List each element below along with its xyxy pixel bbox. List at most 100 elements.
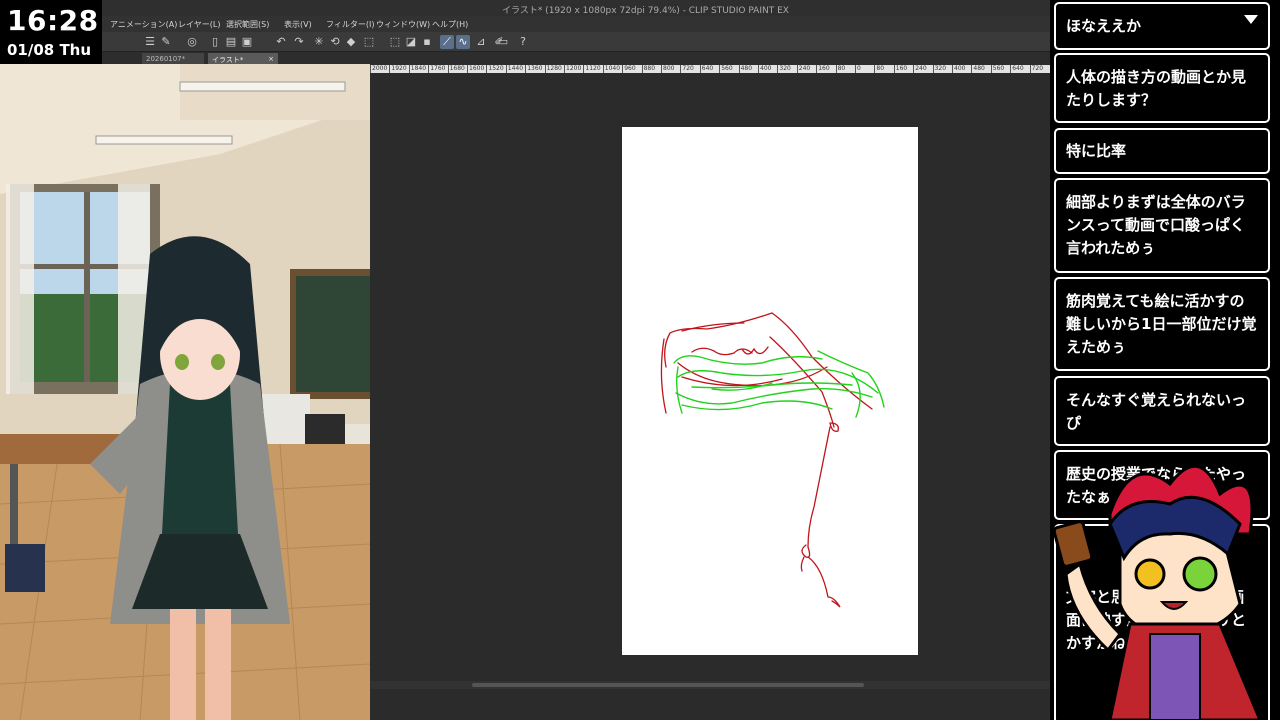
close-icon[interactable]: × — [268, 55, 274, 63]
ruler-label: 320 — [934, 65, 947, 72]
chat-message: 細部よりまずは全体のバランスって動画で口酸っぱく言われためぅ — [1054, 178, 1270, 273]
sketch-strokes — [660, 312, 885, 608]
clock-time: 16:28 — [7, 4, 99, 37]
open-icon[interactable]: ▤ — [224, 35, 238, 49]
ruler-label: 0 — [857, 65, 861, 72]
help-icon[interactable]: ? — [516, 35, 530, 49]
window-title: イラスト* (1920 x 1080px 72dpi 79.4%) - CLIP… — [502, 6, 789, 16]
ruler-label: 1440 — [507, 65, 524, 72]
chat-message: 筋肉覚えても絵に活かすの難しいから1日一部位だけ覚えためぅ — [1054, 277, 1270, 371]
chevron-down-icon[interactable] — [1244, 15, 1258, 24]
ruler-tick — [447, 65, 449, 73]
menu-animation[interactable]: アニメーション(A) — [110, 19, 177, 30]
ruler-label: 480 — [740, 65, 753, 72]
ruler-label: 80 — [876, 65, 885, 72]
ruler-tick — [1010, 65, 1012, 73]
mask-icon[interactable]: ◪ — [404, 35, 418, 49]
chat-message: 特に比率 — [1054, 128, 1270, 174]
redo-icon[interactable]: ↷ — [292, 35, 306, 49]
drawing-canvas[interactable] — [622, 127, 918, 655]
ruler-tick — [699, 65, 701, 73]
ruler-tick — [913, 65, 915, 73]
ruler-tick — [952, 65, 953, 73]
pen-curve-icon[interactable]: ∿ — [456, 35, 470, 49]
ruler-label: 1120 — [585, 65, 601, 72]
ruler-tick — [855, 65, 856, 73]
ruler-label: 400 — [760, 65, 772, 72]
ruler-label: 1520 — [488, 65, 504, 72]
ruler-icon[interactable]: ⊿ — [474, 35, 488, 49]
ruler-label: 1200 — [566, 65, 582, 72]
chat-panel: ほなええか 人体の描き方の動画とか見たりします？ 特に比率 細部よりまずは全体の… — [1050, 0, 1280, 720]
ruler-tick — [874, 65, 876, 73]
ruler-label: 640 — [1012, 65, 1024, 72]
ruler-tick — [738, 65, 740, 73]
layer-icon[interactable]: ◎ — [185, 35, 199, 49]
ruler-label: 80 — [837, 65, 846, 72]
save-icon[interactable]: ▣ — [240, 35, 254, 49]
horizontal-ruler: 2000 1920 1840 1760 1680 1600 1520 1440 1360 1280… — [370, 65, 1050, 73]
undo-icon[interactable]: ↶ — [274, 35, 288, 49]
pen-line-icon[interactable]: ⟋ — [440, 35, 454, 49]
classroom-illustration — [0, 64, 370, 720]
chat-message: 人体の描き方の動画とか見たりします？ — [1054, 53, 1270, 123]
ruler-tick — [719, 65, 721, 73]
vtuber-scene-panel — [0, 64, 370, 720]
ruler-tick — [602, 65, 604, 73]
ruler-label: 240 — [915, 65, 927, 72]
ruler-label: 960 — [624, 65, 636, 72]
ruler-label: 480 — [973, 65, 985, 72]
crop-icon[interactable]: ⬚ — [362, 35, 376, 49]
menu-help[interactable]: ヘルプ(H) — [432, 19, 468, 30]
ruler-tick — [661, 65, 662, 73]
chat-message: そんなすぐ覚えられないっぴ — [1054, 376, 1270, 446]
tab-file-2-label: イラスト* — [212, 56, 244, 64]
horizontal-scrollbar[interactable] — [370, 681, 1050, 689]
new-file-icon[interactable]: ▯ — [208, 35, 222, 49]
menu-view[interactable]: 表示(V) — [284, 19, 312, 30]
device-icon[interactable]: ▭ — [496, 35, 510, 49]
ruler-label: 640 — [701, 65, 714, 72]
ruler-label: 720 — [682, 65, 694, 72]
ruler-label: 400 — [954, 65, 966, 72]
ruler-tick — [641, 65, 643, 73]
menu-window[interactable]: ウィンドウ(W) — [376, 19, 430, 30]
ruler-label: 160 — [895, 65, 908, 72]
app-title-bar: イラスト* (1920 x 1080px 72dpi 79.4%) - CLIP… — [102, 0, 1050, 16]
menu-layer[interactable]: レイヤー(L) — [178, 19, 220, 30]
ruler-tick — [816, 65, 818, 73]
scrollbar-thumb[interactable] — [472, 683, 864, 687]
ruler-tick — [525, 65, 527, 73]
fill-icon[interactable]: ◆ — [344, 35, 358, 49]
command-bar: ☰ ✎ ◎ ▯ ▤ ▣ ↶ ↷ ✳ ⟲ ◆ ⬚ ⬚ ◪ ▪ ⟋ ∿ ⊿ ✐ ▭ … — [102, 32, 1050, 52]
rotate-icon[interactable]: ⟲ — [328, 35, 342, 49]
ruler-label: 800 — [663, 65, 675, 72]
ruler-tick — [796, 65, 798, 73]
ruler-tick — [622, 65, 624, 73]
ruler-tick — [680, 65, 682, 73]
ruler-label: 720 — [1031, 65, 1044, 72]
ruler-tick — [505, 65, 507, 73]
ruler-tick — [408, 65, 410, 73]
transform-icon[interactable]: ✳ — [312, 35, 326, 49]
ruler-tick — [370, 65, 371, 73]
menu-selection[interactable]: 選択範囲(S) — [226, 19, 269, 30]
ruler-label: 1920 — [391, 65, 407, 72]
menu-icon[interactable]: ☰ — [143, 35, 157, 49]
ruler-tick — [583, 65, 585, 73]
select-icon[interactable]: ⬚ — [388, 35, 402, 49]
menu-filter[interactable]: フィルター(I) — [326, 19, 374, 30]
ruler-label: 1840 — [410, 65, 427, 72]
ruler-label: 2000 — [372, 65, 388, 72]
ruler-label: 1360 — [527, 65, 543, 72]
ruler-tick — [486, 65, 488, 73]
chat-header[interactable]: ほなええか — [1054, 2, 1270, 50]
clear-icon[interactable]: ▪ — [420, 35, 434, 49]
ruler-label: 240 — [798, 65, 811, 72]
ruler-tick — [932, 65, 934, 73]
ruler-tick — [835, 65, 837, 73]
clock-overlay: 16:28 01/08 Thu — [0, 0, 102, 64]
ruler-tick — [971, 65, 973, 73]
clock-date: 01/08 Thu — [7, 41, 92, 59]
new-icon[interactable]: ✎ — [159, 35, 173, 49]
